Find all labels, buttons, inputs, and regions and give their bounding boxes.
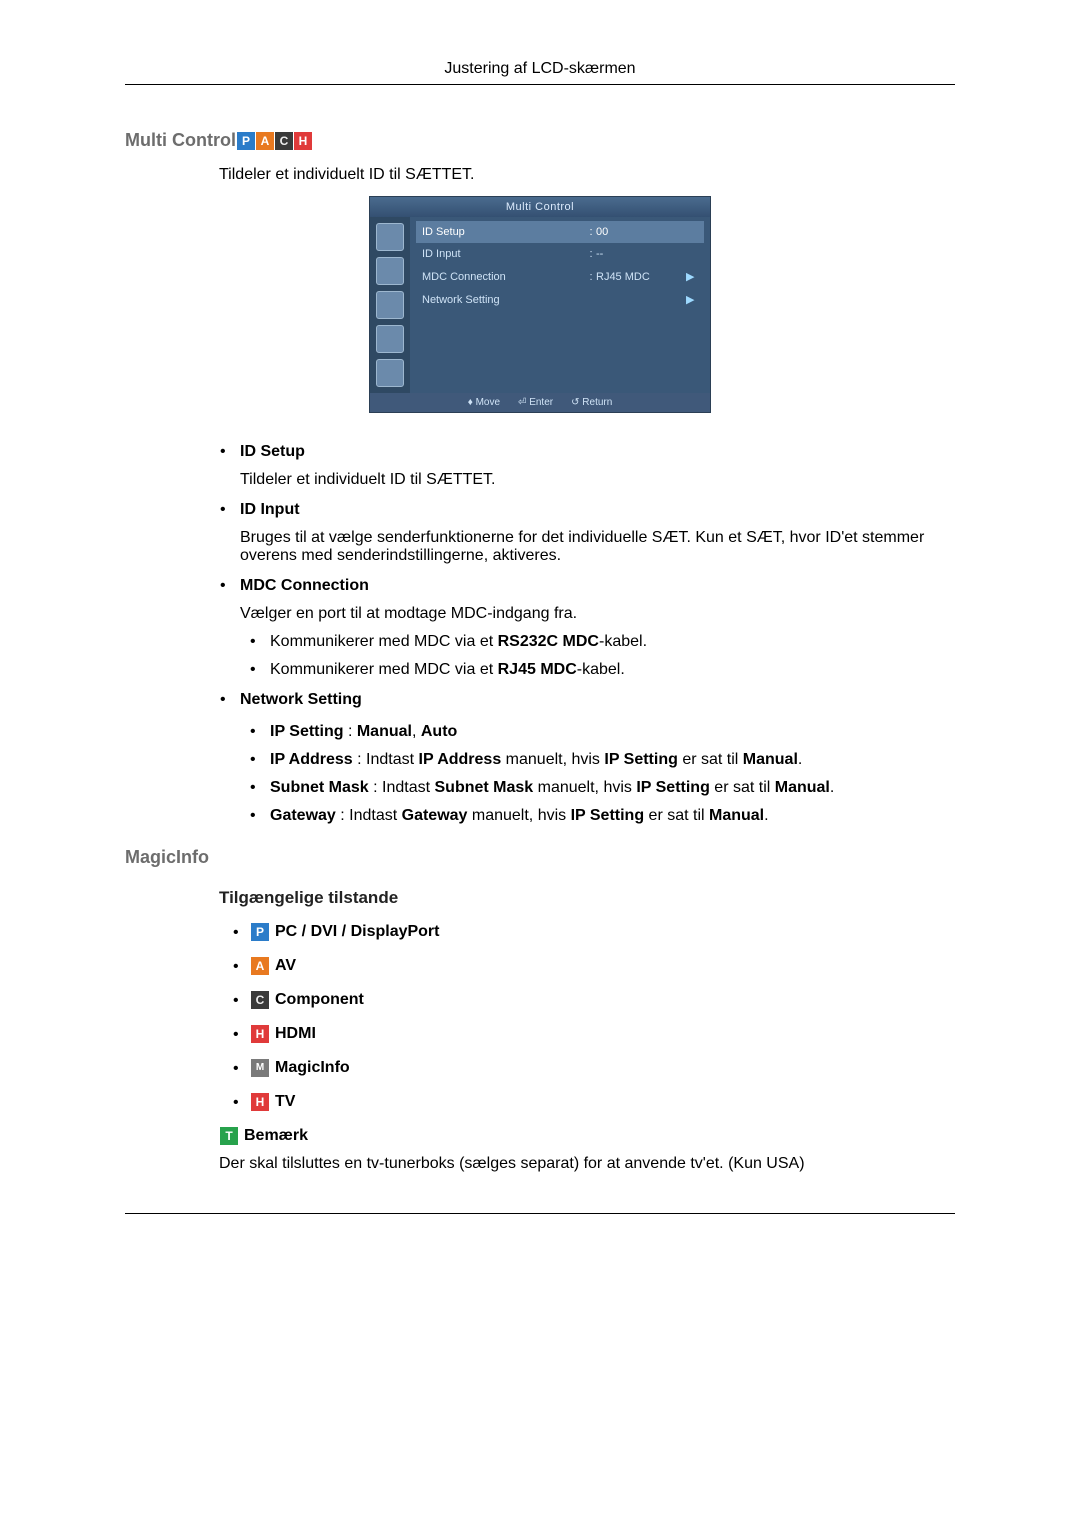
mode-label: MagicInfo bbox=[275, 1059, 350, 1077]
mdc-sub-rs232c: Kommunikerer med MDC via et RS232C MDC-k… bbox=[240, 633, 955, 651]
net-ip-address: IP Address : Indtast IP Address manuelt,… bbox=[240, 751, 955, 769]
h-icon: H bbox=[251, 1093, 269, 1111]
mdc-sub-list: Kommunikerer med MDC via et RS232C MDC-k… bbox=[240, 633, 955, 679]
osd-screenshot: Multi Control ID Setup : 00 ID Input : bbox=[369, 196, 711, 413]
footer-divider bbox=[125, 1213, 955, 1214]
mode-component: C Component bbox=[225, 991, 955, 1009]
mode-hdmi: H HDMI bbox=[225, 1025, 955, 1043]
header-divider bbox=[125, 84, 955, 85]
section-heading-magicinfo: MagicInfo bbox=[125, 847, 955, 868]
osd-footer-return: ↺ Return bbox=[571, 397, 612, 408]
c-icon: C bbox=[251, 991, 269, 1009]
heading-text: MagicInfo bbox=[125, 847, 209, 868]
osd-row-mdc: MDC Connection : RJ45 MDC ▶ bbox=[416, 265, 704, 288]
page-header: Justering af LCD-skærmen bbox=[125, 60, 955, 78]
mdc-sub-rj45: Kommunikerer med MDC via et RJ45 MDC-kab… bbox=[240, 661, 955, 679]
note-text: Der skal tilsluttes en tv-tunerboks (sæl… bbox=[219, 1155, 955, 1173]
chevron-right-icon: ▶ bbox=[686, 270, 698, 283]
item-desc: Tildeler et individuelt ID til SÆTTET. bbox=[240, 471, 955, 489]
osd-value: -- bbox=[596, 248, 686, 260]
mode-label: TV bbox=[275, 1093, 295, 1111]
a-icon: A bbox=[256, 132, 274, 150]
p-icon: P bbox=[251, 923, 269, 941]
osd-title: Multi Control bbox=[370, 197, 710, 217]
page: Justering af LCD-skærmen Multi Control P… bbox=[0, 0, 1080, 1527]
mode-tv: H TV bbox=[225, 1093, 955, 1111]
osd-side-icon bbox=[376, 223, 404, 251]
osd-label: MDC Connection bbox=[422, 271, 586, 283]
osd-colon: : bbox=[586, 271, 596, 283]
osd-value: RJ45 MDC bbox=[596, 271, 686, 283]
mode-magicinfo: M MagicInfo bbox=[225, 1059, 955, 1077]
osd-row-network: Network Setting ▶ bbox=[416, 288, 704, 311]
osd-label: ID Input bbox=[422, 248, 586, 260]
osd-side-icon bbox=[376, 359, 404, 387]
mode-av: A AV bbox=[225, 957, 955, 975]
chevron-right-icon: ▶ bbox=[686, 293, 698, 306]
h-icon: H bbox=[294, 132, 312, 150]
item-mdc-connection: MDC Connection Vælger en port til at mod… bbox=[210, 577, 955, 679]
osd-row-idinput: ID Input : -- bbox=[416, 243, 704, 265]
osd-side-icon bbox=[376, 325, 404, 353]
mode-label: HDMI bbox=[275, 1025, 316, 1043]
multi-control-items: ID Setup Tildeler et individuelt ID til … bbox=[210, 443, 955, 825]
note-heading: T Bemærk bbox=[219, 1127, 955, 1145]
item-label: ID Setup bbox=[240, 443, 305, 460]
osd-menu: ID Setup : 00 ID Input : -- MDC Connecti… bbox=[410, 217, 710, 393]
osd-label: ID Setup bbox=[422, 226, 586, 238]
mode-pc: P PC / DVI / DisplayPort bbox=[225, 923, 955, 941]
a-icon: A bbox=[251, 957, 269, 975]
item-label: MDC Connection bbox=[240, 577, 369, 594]
mode-label: AV bbox=[275, 957, 296, 975]
item-label: ID Input bbox=[240, 501, 300, 518]
item-label: Network Setting bbox=[240, 691, 362, 708]
item-network-setting: Network Setting IP Setting : Manual, Aut… bbox=[210, 691, 955, 825]
network-sub-list: IP Setting : Manual, Auto IP Address : I… bbox=[240, 723, 955, 825]
m-icon: M bbox=[251, 1059, 269, 1077]
osd-side-icons bbox=[370, 217, 410, 393]
modes-list: P PC / DVI / DisplayPort A AV C Componen… bbox=[225, 923, 955, 1111]
osd-footer-move: ♦ Move bbox=[468, 397, 500, 408]
h-icon: H bbox=[251, 1025, 269, 1043]
p-icon: P bbox=[237, 132, 255, 150]
item-id-input: ID Input Bruges til at vælge senderfunkt… bbox=[210, 501, 955, 565]
c-icon: C bbox=[275, 132, 293, 150]
osd-row-idsetup: ID Setup : 00 bbox=[416, 221, 704, 243]
item-id-setup: ID Setup Tildeler et individuelt ID til … bbox=[210, 443, 955, 489]
item-desc: Vælger en port til at modtage MDC-indgan… bbox=[240, 605, 955, 623]
t-icon: T bbox=[220, 1127, 238, 1145]
mode-label: Component bbox=[275, 991, 364, 1009]
heading-text: Multi Control bbox=[125, 130, 236, 151]
subheading-modes: Tilgængelige tilstande bbox=[219, 888, 955, 908]
net-gateway: Gateway : Indtast Gateway manuelt, hvis … bbox=[240, 807, 955, 825]
osd-footer-enter: ⏎ Enter bbox=[518, 397, 553, 408]
intro-text: Tildeler et individuelt ID til SÆTTET. bbox=[219, 166, 955, 184]
net-subnet-mask: Subnet Mask : Indtast Subnet Mask manuel… bbox=[240, 779, 955, 797]
osd-body: ID Setup : 00 ID Input : -- MDC Connecti… bbox=[370, 217, 710, 393]
section-heading-multi-control: Multi Control P A C H bbox=[125, 130, 955, 151]
note-label: Bemærk bbox=[244, 1127, 308, 1145]
osd-side-icon bbox=[376, 291, 404, 319]
mode-label: PC / DVI / DisplayPort bbox=[275, 923, 439, 941]
osd-label: Network Setting bbox=[422, 294, 586, 306]
osd-value: 00 bbox=[596, 226, 686, 238]
item-desc: Bruges til at vælge senderfunktionerne f… bbox=[240, 529, 955, 565]
osd-colon: : bbox=[586, 226, 596, 238]
osd-side-icon bbox=[376, 257, 404, 285]
osd-footer: ♦ Move ⏎ Enter ↺ Return bbox=[370, 393, 710, 412]
osd-colon: : bbox=[586, 248, 596, 260]
net-ip-setting: IP Setting : Manual, Auto bbox=[240, 723, 955, 741]
